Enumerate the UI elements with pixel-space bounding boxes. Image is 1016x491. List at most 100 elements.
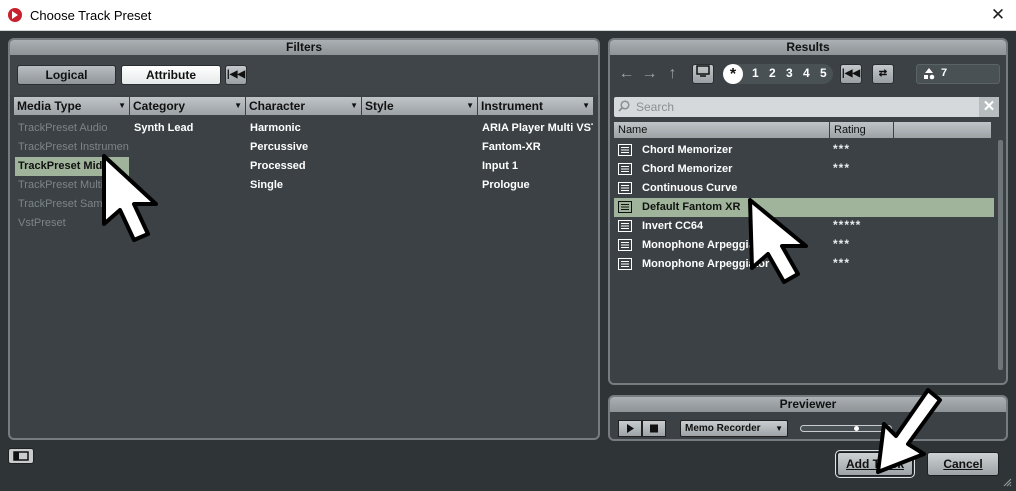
back-arrow-icon[interactable]: ← <box>616 64 637 84</box>
shuffle-icon[interactable]: ⇄ <box>872 64 894 84</box>
media-type-item[interactable]: TrackPreset Audio <box>15 119 129 138</box>
previewer-header: Previewer <box>610 397 1006 412</box>
rating-filter-3[interactable]: 3 <box>786 66 793 80</box>
result-row[interactable]: Continuous Curve <box>614 179 994 198</box>
character-item[interactable]: Harmonic <box>247 119 361 138</box>
preset-list-icon <box>618 144 632 156</box>
media-type-item[interactable]: VstPreset <box>15 214 129 233</box>
result-rating: *** <box>833 142 851 156</box>
dropdown-arrow-icon: ▼ <box>582 101 590 110</box>
cancel-button[interactable]: Cancel <box>927 452 999 476</box>
result-rating: *** <box>833 161 851 175</box>
character-item[interactable]: Single <box>247 176 361 195</box>
results-list: Chord Memorizer *** Chord Memorizer *** … <box>614 141 994 274</box>
instrument-item[interactable]: Prologue <box>479 176 593 195</box>
column-header-name[interactable]: Name <box>614 122 830 138</box>
rating-filter-5[interactable]: 5 <box>820 66 827 80</box>
instrument-item[interactable]: Input 1 <box>479 157 593 176</box>
reset-results-icon[interactable]: |◀◀ <box>840 64 862 84</box>
chevron-down-icon: ▼ <box>775 424 783 433</box>
character-item[interactable]: Processed <box>247 157 361 176</box>
logical-button[interactable]: Logical <box>17 65 116 85</box>
result-row[interactable]: Invert CC64 ***** <box>614 217 994 236</box>
shapes-icon <box>924 68 935 80</box>
filter-header-media-type[interactable]: Media Type ▼ <box>14 97 130 115</box>
browse-folder-icon[interactable] <box>692 64 714 84</box>
column-header-rating[interactable]: Rating <box>830 122 894 138</box>
previewer-panel: Previewer Memo Recorder ▼ <box>608 395 1008 441</box>
filter-header-style[interactable]: Style ▼ <box>362 97 478 115</box>
title-bar: Choose Track Preset ✕ <box>0 0 1016 31</box>
result-name: Chord Memorizer <box>642 144 733 156</box>
rating-filter-1[interactable]: 1 <box>752 66 759 80</box>
result-count: 7 <box>916 64 1000 84</box>
search-field[interactable]: Search ✕ <box>614 97 999 117</box>
character-item[interactable]: Percussive <box>247 138 361 157</box>
result-name: Monophone Arpeggiator <box>642 239 770 251</box>
preview-device-select[interactable]: Memo Recorder ▼ <box>680 420 788 437</box>
result-rating: *** <box>833 256 851 270</box>
preview-device-value: Memo Recorder <box>685 423 761 434</box>
preset-list-icon <box>618 163 632 175</box>
filter-header-label: Instrument <box>481 99 544 113</box>
result-name: Chord Memorizer <box>642 163 733 175</box>
results-scrollbar[interactable] <box>998 140 1003 370</box>
result-row[interactable]: Monophone Arpeggiator *** <box>614 255 994 274</box>
preset-list-icon <box>618 201 632 213</box>
result-row[interactable]: Chord Memorizer *** <box>614 141 994 160</box>
rating-star-icon[interactable]: * <box>723 64 743 84</box>
dropdown-arrow-icon: ▼ <box>466 101 474 110</box>
result-row[interactable]: Monophone Arpeggiator *** <box>614 236 994 255</box>
layout-icon <box>13 451 29 461</box>
dropdown-arrow-icon: ▼ <box>350 101 358 110</box>
clear-search-icon[interactable]: ✕ <box>979 97 999 117</box>
cubase-logo-icon <box>8 8 22 22</box>
media-type-item[interactable]: TrackPreset Midi <box>15 157 129 176</box>
attribute-button[interactable]: Attribute <box>121 65 221 85</box>
media-type-list: TrackPreset Audio TrackPreset Instrument… <box>15 119 129 233</box>
results-header: Results <box>610 40 1006 55</box>
filter-header-label: Style <box>365 99 394 113</box>
result-row-selected[interactable]: Default Fantom XR <box>614 198 994 217</box>
media-type-item[interactable]: TrackPreset Sample <box>15 195 129 214</box>
result-name: Continuous Curve <box>642 182 738 194</box>
preset-list-icon <box>618 239 632 251</box>
dialog-body: Filters Logical Attribute |◀◀ Media Type… <box>0 31 1016 491</box>
category-item[interactable]: Synth Lead <box>131 119 245 138</box>
character-list: Harmonic Percussive Processed Single <box>247 119 361 195</box>
preset-list-icon <box>618 220 632 232</box>
filter-column-headers: Media Type ▼ Category ▼ Character ▼ Style ▼ … <box>14 97 596 115</box>
result-name: Monophone Arpeggiator <box>642 258 770 270</box>
dropdown-arrow-icon: ▼ <box>234 101 242 110</box>
dropdown-arrow-icon: ▼ <box>118 101 126 110</box>
column-header-empty <box>894 122 992 138</box>
resize-grip-icon[interactable] <box>1002 477 1012 487</box>
media-type-item[interactable]: TrackPreset Multi <box>15 176 129 195</box>
filter-header-category[interactable]: Category ▼ <box>130 97 246 115</box>
layout-toggle-button[interactable] <box>8 448 34 464</box>
media-type-item[interactable]: TrackPreset Instrument <box>15 138 129 157</box>
rating-filter[interactable]: * 1 2 3 4 5 <box>723 64 833 84</box>
add-track-button[interactable]: Add Track <box>835 450 915 478</box>
result-name: Invert CC64 <box>642 220 704 232</box>
filter-header-instrument[interactable]: Instrument ▼ <box>478 97 594 115</box>
forward-arrow-icon[interactable]: → <box>639 64 660 84</box>
result-name: Default Fantom XR <box>642 201 741 213</box>
preview-volume-slider[interactable] <box>800 425 892 432</box>
preset-list-icon <box>618 182 632 194</box>
play-button[interactable] <box>618 420 642 437</box>
instrument-item[interactable]: ARIA Player Multi VST <box>479 119 593 138</box>
up-arrow-icon[interactable]: ↑ <box>662 64 683 84</box>
filter-header-character[interactable]: Character ▼ <box>246 97 362 115</box>
search-placeholder: Search <box>636 100 675 114</box>
instrument-item[interactable]: Fantom-XR <box>479 138 593 157</box>
reset-filters-icon[interactable]: |◀◀ <box>225 65 247 85</box>
play-icon <box>627 424 634 433</box>
result-row[interactable]: Chord Memorizer *** <box>614 160 994 179</box>
rating-filter-4[interactable]: 4 <box>803 66 810 80</box>
close-icon[interactable]: ✕ <box>988 5 1008 25</box>
stop-button[interactable] <box>642 420 666 437</box>
slider-knob[interactable] <box>854 426 859 431</box>
rating-filter-2[interactable]: 2 <box>769 66 776 80</box>
results-panel: Results ← → ↑ * 1 2 3 4 5 |◀◀ ⇄ 7 Search… <box>608 38 1008 385</box>
